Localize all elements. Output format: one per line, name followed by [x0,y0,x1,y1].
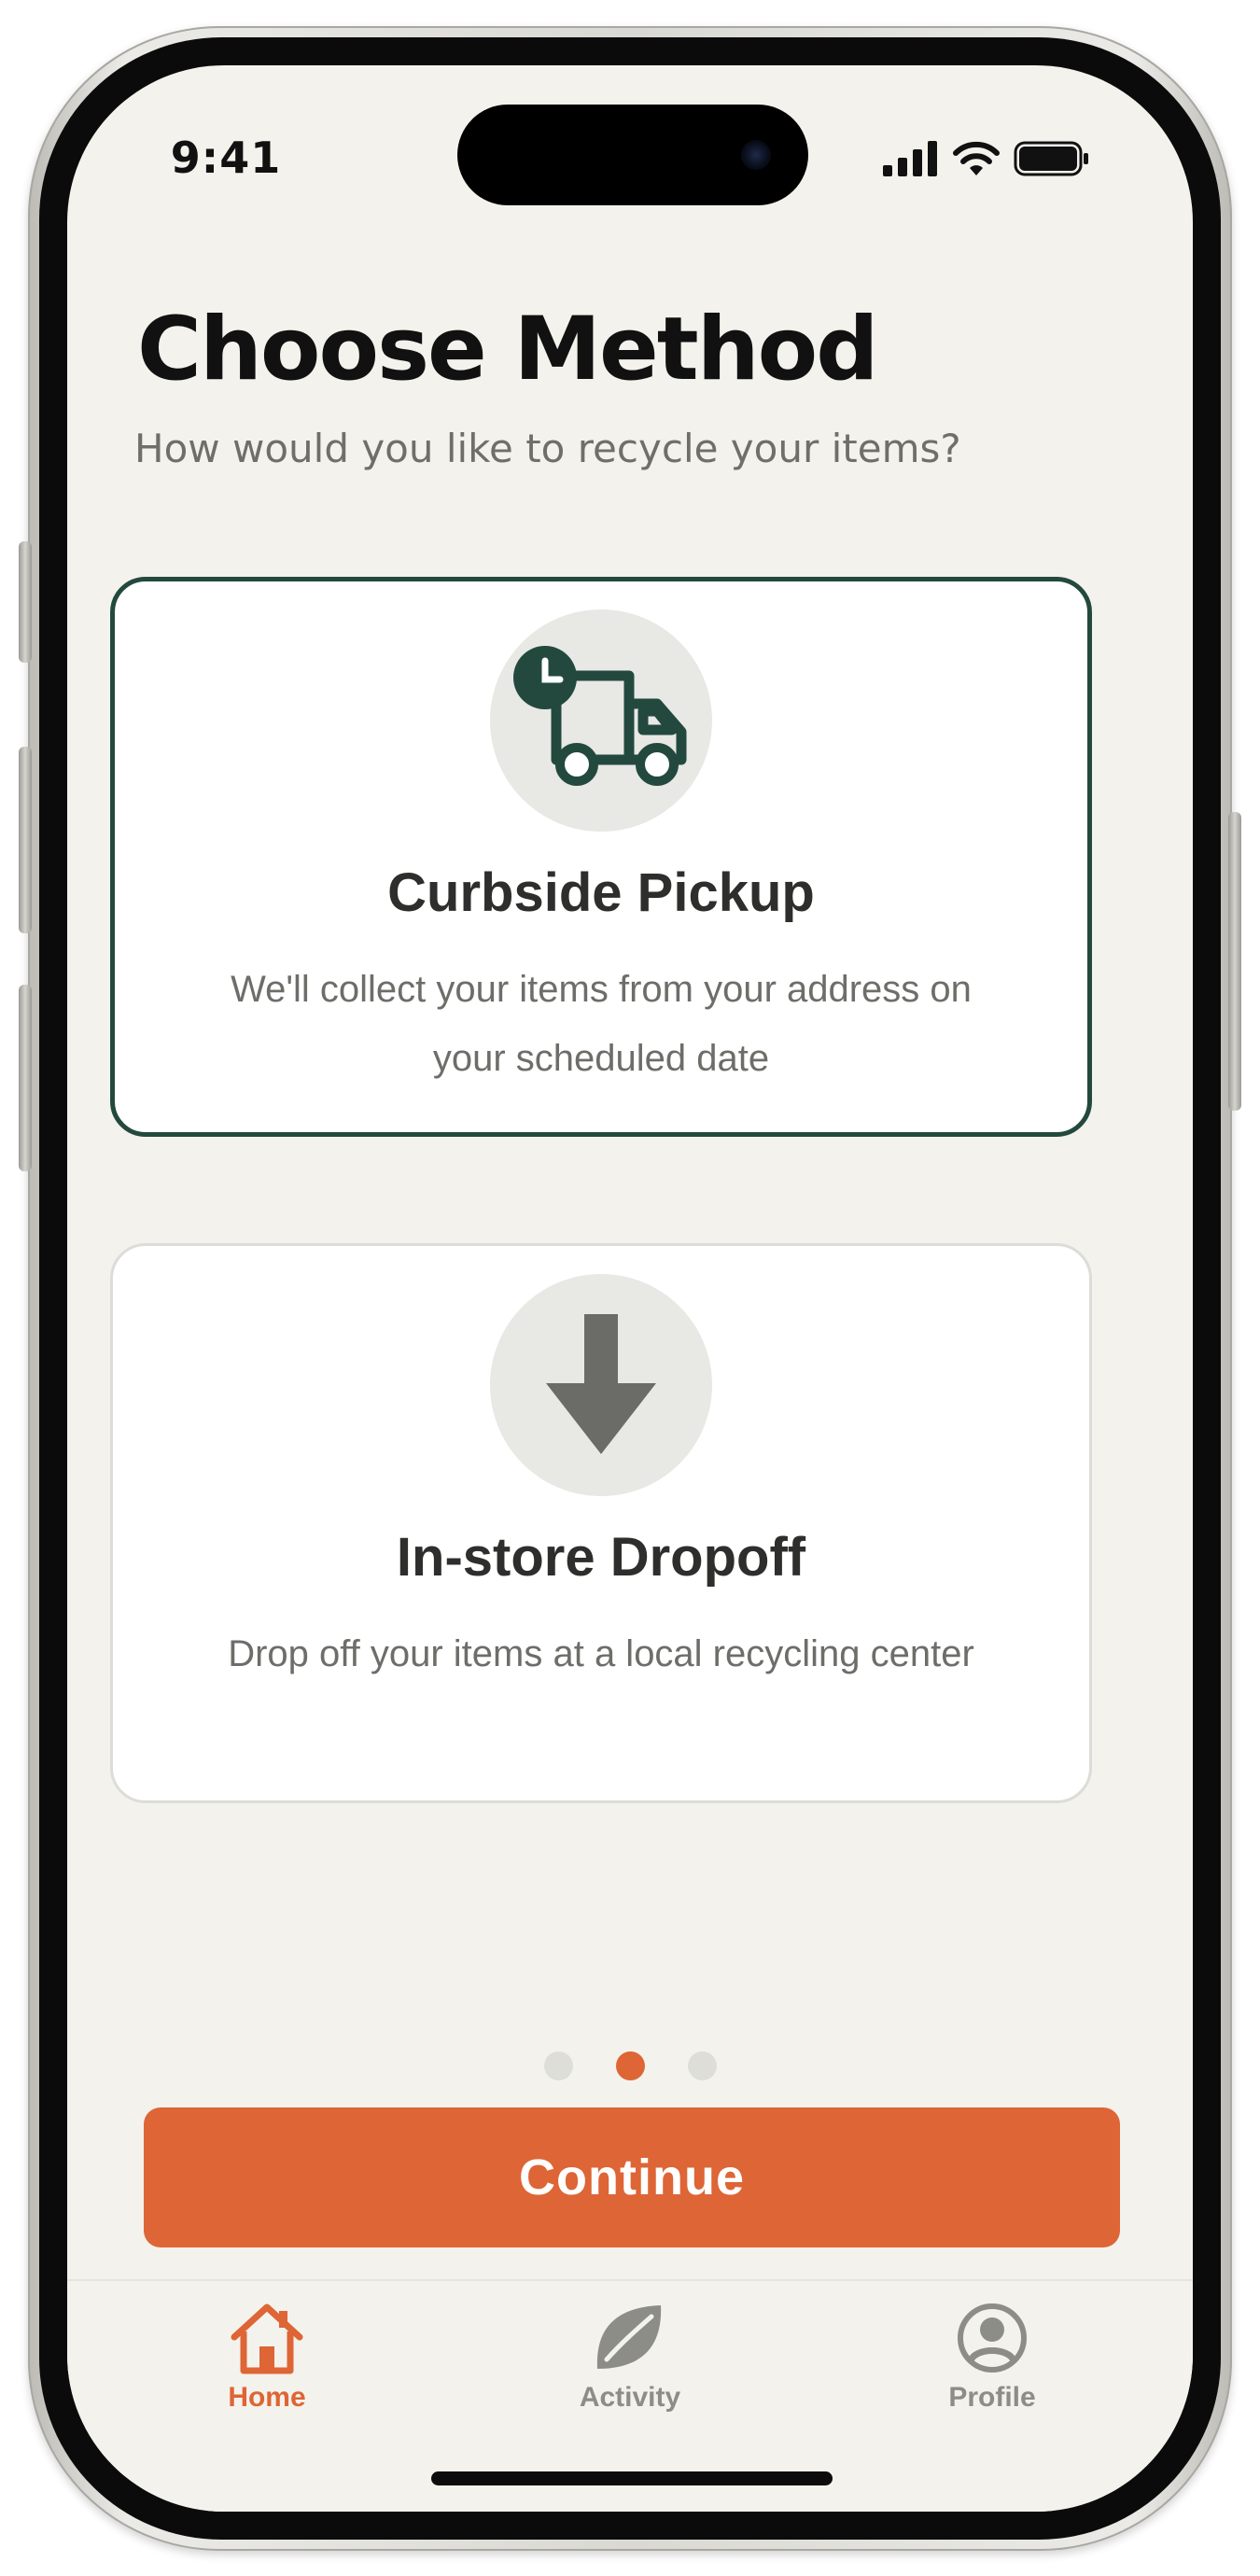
volume-up-button [19,747,32,933]
continue-button[interactable]: Continue [144,2107,1120,2247]
app-screen: 9:41 Choose Method How would you like to… [67,65,1193,2512]
dynamic-island [457,105,808,205]
arrow-down-icon [490,1274,712,1496]
tab-label: Home [228,2382,306,2413]
page-subtitle: How would you like to recycle your items… [134,426,961,471]
user-circle-icon [958,2303,1027,2373]
page-dot[interactable] [687,2051,717,2080]
page-dot[interactable] [543,2051,573,2080]
option-card-instore-dropoff[interactable]: In-store Dropoff Drop off your items at … [110,1243,1092,1803]
front-camera [741,140,771,170]
page-dot-active[interactable] [615,2051,645,2080]
action-button [19,541,32,663]
battery-icon [1014,141,1088,176]
leaf-icon [596,2305,662,2369]
option-title: In-store Dropoff [396,1527,806,1588]
volume-down-button [19,985,32,1171]
option-card-curbside-pickup[interactable]: Curbside Pickup We'll collect your items… [110,577,1092,1137]
page-title: Choose Method [137,299,879,400]
power-button [1228,812,1241,1111]
tab-label: Activity [579,2382,681,2413]
option-title: Curbside Pickup [387,862,815,923]
tab-label: Profile [948,2382,1036,2413]
option-description: Drop off your items at a local recycling… [228,1633,974,1674]
delivery-truck-clock-icon [490,609,712,832]
wifi-icon [953,141,1000,175]
status-time: 9:41 [170,133,282,183]
cellular-signal-icon [883,141,937,176]
option-description: We'll collect your items from your addre… [231,969,972,1079]
home-indicator[interactable] [431,2471,833,2485]
pagination-dots [67,2051,1193,2080]
status-icons [883,140,1090,177]
home-icon [231,2303,303,2374]
